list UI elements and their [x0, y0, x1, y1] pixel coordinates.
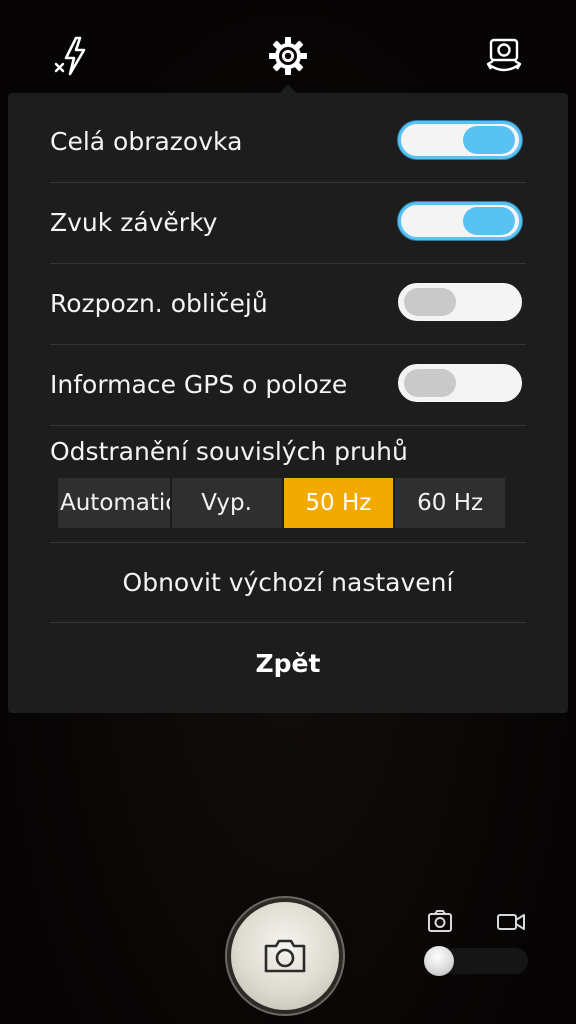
face-detection-toggle[interactable] — [398, 283, 522, 321]
setting-label: Zvuk závěrky — [50, 208, 218, 237]
camera-icon — [264, 939, 306, 973]
mode-switch-knob[interactable] — [424, 946, 454, 976]
reset-defaults-button[interactable]: Obnovit výchozí nastavení — [8, 543, 568, 623]
antibanding-option-50hz[interactable]: 50 Hz — [283, 478, 396, 528]
setting-row-face-detection[interactable]: Rozpozn. obličejů — [50, 263, 526, 345]
toggle-knob — [463, 207, 515, 235]
setting-label: Rozpozn. obličejů — [50, 289, 268, 318]
fullscreen-toggle[interactable] — [398, 121, 522, 159]
setting-label: Celá obrazovka — [50, 127, 243, 156]
top-toolbar — [0, 0, 576, 100]
camera-screen: Celá obrazovka Zvuk závěrky Rozpozn. obl… — [0, 0, 576, 1024]
back-button[interactable]: Zpět — [8, 624, 568, 704]
shutter-sound-toggle[interactable] — [398, 202, 522, 240]
setting-row-shutter-sound[interactable]: Zvuk závěrky — [50, 182, 526, 264]
toggle-knob — [463, 126, 515, 154]
gps-info-toggle[interactable] — [398, 364, 522, 402]
setting-row-fullscreen[interactable]: Celá obrazovka — [50, 101, 526, 183]
toggle-knob — [404, 288, 456, 316]
divider — [50, 622, 526, 623]
antibanding-option-auto[interactable]: Automatic — [58, 478, 172, 528]
antibanding-title: Odstranění souvislých pruhů — [50, 437, 408, 466]
settings-panel: Celá obrazovka Zvuk závěrky Rozpozn. obl… — [8, 93, 568, 713]
photo-mode-icon[interactable] — [426, 908, 454, 936]
switch-camera-icon[interactable] — [480, 32, 528, 80]
video-mode-icon[interactable] — [496, 908, 526, 936]
antibanding-option-60hz[interactable]: 60 Hz — [395, 478, 505, 528]
setting-label: Informace GPS o poloze — [50, 370, 348, 399]
flash-off-icon[interactable] — [50, 32, 98, 80]
antibanding-option-off[interactable]: Vyp. — [171, 478, 284, 528]
shutter-button[interactable] — [231, 902, 339, 1010]
toggle-knob — [404, 369, 456, 397]
gear-icon[interactable] — [264, 32, 312, 80]
setting-row-gps-info[interactable]: Informace GPS o poloze — [50, 344, 526, 426]
antibanding-selector: Automatic Vyp. 50 Hz 60 Hz — [58, 478, 505, 528]
